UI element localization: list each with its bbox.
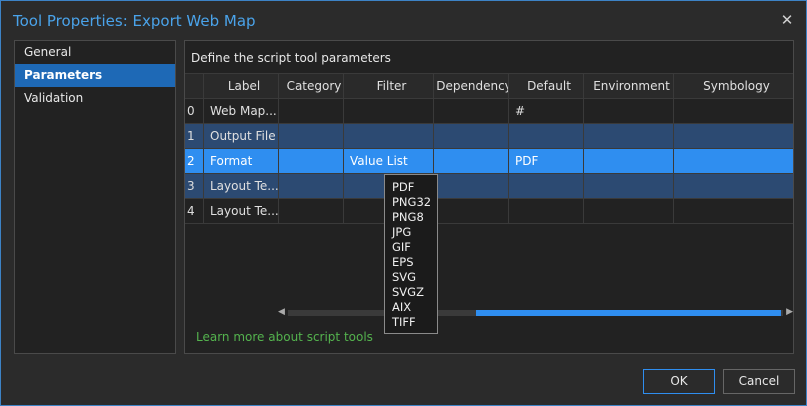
table-row[interactable]: 0 Web Map... # <box>185 99 793 124</box>
label-cell[interactable]: Layout Te... <box>204 174 279 198</box>
environment-cell[interactable] <box>584 149 674 173</box>
panel-description: Define the script tool parameters <box>191 51 391 65</box>
row-index: 2 <box>185 149 204 173</box>
dropdown-option-png8[interactable]: PNG8 <box>385 210 437 225</box>
default-cell[interactable] <box>509 199 584 223</box>
label-cell[interactable]: Output File <box>204 124 279 148</box>
column-header-category[interactable]: Category <box>279 74 344 98</box>
nav-item-parameters[interactable]: Parameters <box>15 64 175 87</box>
symbology-cell[interactable] <box>674 174 793 198</box>
label-cell[interactable]: Web Map... <box>204 99 279 123</box>
environment-cell[interactable] <box>584 124 674 148</box>
symbology-cell[interactable] <box>674 149 793 173</box>
nav-item-validation[interactable]: Validation <box>15 87 175 110</box>
label-cell[interactable]: Format <box>204 149 279 173</box>
row-index: 0 <box>185 99 204 123</box>
table-row[interactable]: 4 Layout Te... <box>185 199 793 224</box>
default-cell[interactable] <box>509 174 584 198</box>
scrollbar-track[interactable] <box>288 310 783 316</box>
environment-cell[interactable] <box>584 199 674 223</box>
category-cell[interactable] <box>279 99 344 123</box>
dependency-cell[interactable] <box>434 199 509 223</box>
dependency-cell[interactable] <box>434 124 509 148</box>
grid-header-row: Label Category Filter Dependency Default… <box>185 74 793 99</box>
environment-cell[interactable] <box>584 99 674 123</box>
dropdown-option-eps[interactable]: EPS <box>385 255 437 270</box>
cancel-button[interactable]: Cancel <box>723 369 795 394</box>
label-cell[interactable]: Layout Te... <box>204 199 279 223</box>
dependency-cell[interactable] <box>434 149 509 173</box>
column-header-dependency[interactable]: Dependency <box>434 74 509 98</box>
category-cell[interactable] <box>279 124 344 148</box>
category-cell[interactable] <box>279 174 344 198</box>
symbology-cell[interactable] <box>674 124 793 148</box>
row-index: 4 <box>185 199 204 223</box>
scroll-left-icon[interactable]: ◀ <box>278 307 288 318</box>
row-index: 1 <box>185 124 204 148</box>
default-cell[interactable] <box>509 124 584 148</box>
dropdown-option-pdf[interactable]: PDF <box>385 180 437 195</box>
dropdown-option-svg[interactable]: SVG <box>385 270 437 285</box>
table-row[interactable]: 3 Layout Te... <box>185 174 793 199</box>
column-header-environment[interactable]: Environment <box>584 74 674 98</box>
dropdown-option-aix[interactable]: AIX <box>385 300 437 315</box>
filter-value-dropdown: PDF PNG32 PNG8 JPG GIF EPS SVG SVGZ AIX … <box>384 174 438 334</box>
dropdown-option-tiff[interactable]: TIFF <box>385 315 437 330</box>
window-title: Tool Properties: Export Web Map <box>13 12 256 30</box>
title-bar: Tool Properties: Export Web Map ✕ <box>1 1 806 39</box>
column-header-symbology[interactable]: Symbology <box>674 74 793 98</box>
default-cell[interactable]: PDF <box>509 149 584 173</box>
settings-nav: General Parameters Validation <box>14 40 176 354</box>
close-icon[interactable]: ✕ <box>778 11 796 29</box>
dropdown-option-gif[interactable]: GIF <box>385 240 437 255</box>
category-cell[interactable] <box>279 199 344 223</box>
filter-cell[interactable]: Value List <box>344 149 434 173</box>
environment-cell[interactable] <box>584 174 674 198</box>
column-header-label[interactable]: Label <box>204 74 279 98</box>
ok-button[interactable]: OK <box>643 369 715 394</box>
column-header-default[interactable]: Default <box>509 74 584 98</box>
horizontal-scrollbar[interactable]: ◀ ▶ <box>278 307 793 318</box>
tool-properties-window: Tool Properties: Export Web Map ✕ Genera… <box>0 0 807 406</box>
dependency-cell[interactable] <box>434 174 509 198</box>
dropdown-option-jpg[interactable]: JPG <box>385 225 437 240</box>
category-cell[interactable] <box>279 149 344 173</box>
filter-cell[interactable] <box>344 99 434 123</box>
learn-more-link[interactable]: Learn more about script tools <box>196 330 373 344</box>
symbology-cell[interactable] <box>674 99 793 123</box>
grid-header-index <box>185 74 204 98</box>
table-row[interactable]: 2 Format Value List PDF <box>185 149 793 174</box>
dropdown-option-png32[interactable]: PNG32 <box>385 195 437 210</box>
table-row[interactable]: 1 Output File <box>185 124 793 149</box>
dropdown-option-svgz[interactable]: SVGZ <box>385 285 437 300</box>
dependency-cell[interactable] <box>434 99 509 123</box>
row-index: 3 <box>185 174 204 198</box>
scroll-right-icon[interactable]: ▶ <box>783 307 793 318</box>
column-header-filter[interactable]: Filter <box>344 74 434 98</box>
nav-item-general[interactable]: General <box>15 41 175 64</box>
filter-cell[interactable] <box>344 124 434 148</box>
parameters-grid: Label Category Filter Dependency Default… <box>185 73 793 224</box>
symbology-cell[interactable] <box>674 199 793 223</box>
default-cell[interactable]: # <box>509 99 584 123</box>
scrollbar-thumb[interactable] <box>476 310 781 316</box>
